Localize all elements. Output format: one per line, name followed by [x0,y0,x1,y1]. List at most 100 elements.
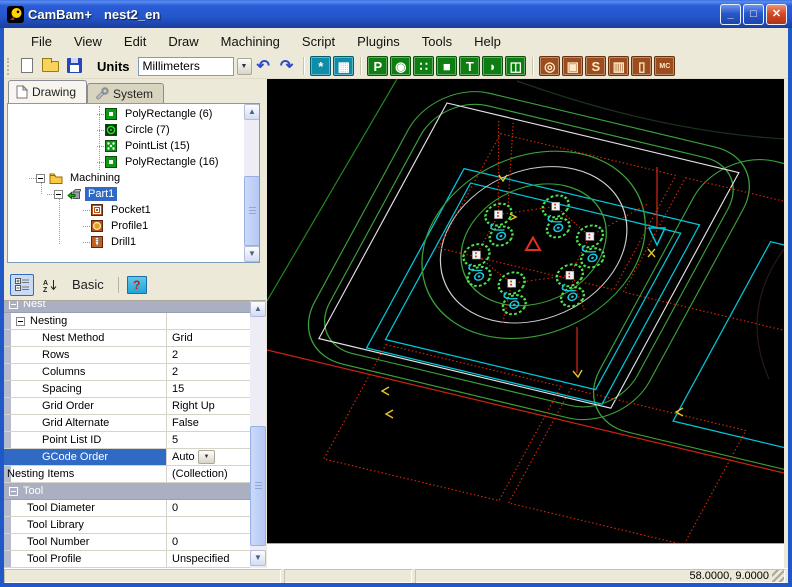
categorized-view-button[interactable] [10,274,34,296]
machine-engrave-button[interactable]: S [585,56,606,76]
draw-circle-button[interactable]: ◉ [390,56,411,76]
collapse-icon[interactable] [36,174,45,183]
alphabetical-sort-button[interactable]: A Z [38,274,62,296]
property-row-tool-number[interactable]: Tool Number0 [4,534,250,551]
draw-text-button[interactable]: T [459,56,480,76]
collapse-icon[interactable] [16,317,25,326]
scroll-down-button[interactable]: ▼ [250,550,266,566]
help-button[interactable]: ? [127,276,147,294]
tree-item-part1[interactable]: Part1 [8,186,242,202]
undo-button[interactable]: ↶ [252,56,275,76]
menu-item-edit[interactable]: Edit [113,31,157,52]
collapse-icon[interactable] [54,190,63,199]
units-select[interactable]: Millimeters [138,57,234,76]
property-value[interactable]: 0 [168,534,250,550]
property-row-nest-method[interactable]: Nest MethodGrid [4,330,250,347]
toggle-axes-button[interactable]: * [310,56,331,76]
menu-item-draw[interactable]: Draw [157,31,209,52]
property-value[interactable]: 0 [168,500,250,516]
scroll-up-button[interactable]: ▲ [250,301,266,317]
property-name: Spacing [42,383,82,395]
machine-mc-button[interactable]: MC [654,56,675,76]
property-value[interactable]: Grid [168,330,250,346]
property-value[interactable] [168,517,250,533]
property-row-tool-diameter[interactable]: Tool Diameter0 [4,500,250,517]
menu-item-help[interactable]: Help [463,31,512,52]
property-row-tool-library[interactable]: Tool Library [4,517,250,534]
tab-drawing[interactable]: Drawing [8,80,87,103]
property-grid[interactable]: NestNestingNest MethodGridRows2Columns2S… [4,300,266,568]
property-row-gcode-order[interactable]: GCode OrderAuto▼ [4,449,250,466]
menu-item-script[interactable]: Script [291,31,346,52]
scroll-down-button[interactable]: ▼ [244,246,260,262]
new-file-button[interactable] [17,57,37,75]
scroll-up-button[interactable]: ▲ [244,104,260,120]
propgrid-scrollbar[interactable]: ▲ ▼ [250,301,266,568]
property-value[interactable]: 5 [168,432,250,448]
property-value[interactable]: Auto▼ [168,449,250,465]
property-row-rows[interactable]: Rows2 [4,347,250,364]
property-row-point-list-id[interactable]: Point List ID5 [4,432,250,449]
collapse-icon[interactable] [9,300,18,309]
scroll-thumb[interactable] [250,426,266,546]
machine-pocket-button[interactable]: ▣ [562,56,583,76]
units-dropdown-button[interactable]: ▼ [237,58,252,75]
tree-item-machining[interactable]: Machining [8,170,242,186]
menu-item-tools[interactable]: Tools [411,31,463,52]
minimize-button[interactable]: _ [720,4,741,25]
property-value[interactable]: Unspecified [168,551,250,567]
property-row-spacing[interactable]: Spacing 15 [4,381,250,398]
maximize-button[interactable]: □ [743,4,764,25]
drawing-tree[interactable]: PolyRectangle (6)Circle (7)PointList (15… [7,103,260,263]
tree-item-profile1[interactable]: Profile1 [8,218,242,234]
draw-polyline-button[interactable]: P [367,56,388,76]
property-row-grid-alternate[interactable]: Grid AlternateFalse [4,415,250,432]
draw-arc-button[interactable]: ◗ [482,56,503,76]
machine-drill-button[interactable]: ▥ [608,56,629,76]
tree-item-pointlist-15[interactable]: PointList (15) [8,138,242,154]
property-row-nesting[interactable]: Nesting [4,313,250,330]
property-row-grid-order[interactable]: Grid OrderRight Up [4,398,250,415]
menu-item-view[interactable]: View [63,31,113,52]
property-value[interactable]: 2 [168,347,250,363]
open-file-button[interactable] [41,57,61,75]
close-button[interactable]: ✕ [766,4,787,25]
property-value[interactable]: 2 [168,364,250,380]
resize-grip[interactable] [772,570,784,582]
redo-button[interactable]: ↷ [275,56,298,76]
draw-pointlist-button[interactable]: ∷ [413,56,434,76]
draw-surface-button[interactable]: ◫ [505,56,526,76]
tree-item-circle-7[interactable]: Circle (7) [8,122,242,138]
menu-item-plugins[interactable]: Plugins [346,31,411,52]
menu-item-machining[interactable]: Machining [210,31,291,52]
scroll-thumb[interactable] [244,176,260,246]
save-file-button[interactable] [65,57,85,75]
machine-profile-button[interactable]: ◎ [539,56,560,76]
tree-scrollbar[interactable]: ▲ ▼ [244,104,260,262]
property-value[interactable] [168,313,250,329]
menu-item-file[interactable]: File [20,31,63,52]
property-value[interactable]: 15 [168,381,250,397]
toggle-grid-button[interactable]: ▦ [333,56,354,76]
tree-item-pocket1[interactable]: Pocket1 [8,202,242,218]
property-value[interactable]: False [168,415,250,431]
tree-item-polyrectangle-16[interactable]: PolyRectangle (16) [8,154,242,170]
title-bar[interactable]: CamBam+nest2_en _ □ ✕ [0,0,792,28]
cad-viewport[interactable] [267,79,784,543]
draw-rectangle-button[interactable]: ■ [436,56,457,76]
machine-lathe-button[interactable]: ▯ [631,56,652,76]
property-row-columns[interactable]: Columns2 [4,364,250,381]
property-row-tool-profile[interactable]: Tool ProfileUnspecified [4,551,250,568]
toolbar-grip[interactable] [7,58,10,75]
value-dropdown-button[interactable]: ▼ [198,450,215,464]
tab-system[interactable]: System [87,83,164,103]
collapse-icon[interactable] [9,487,18,496]
property-row-tool[interactable]: Tool [4,483,250,500]
property-value[interactable]: Right Up [168,398,250,414]
property-row-nest[interactable]: Nest [4,301,250,313]
tree-item-polyrectangle-6[interactable]: PolyRectangle (6) [8,106,242,122]
left-panel: DrawingSystem PolyRectangle (6)Circle (7… [4,79,267,568]
tree-item-drill1[interactable]: Drill1 [8,234,242,250]
property-row-nesting-items[interactable]: Nesting Items(Collection) [4,466,250,483]
property-value[interactable]: (Collection) [168,466,250,482]
